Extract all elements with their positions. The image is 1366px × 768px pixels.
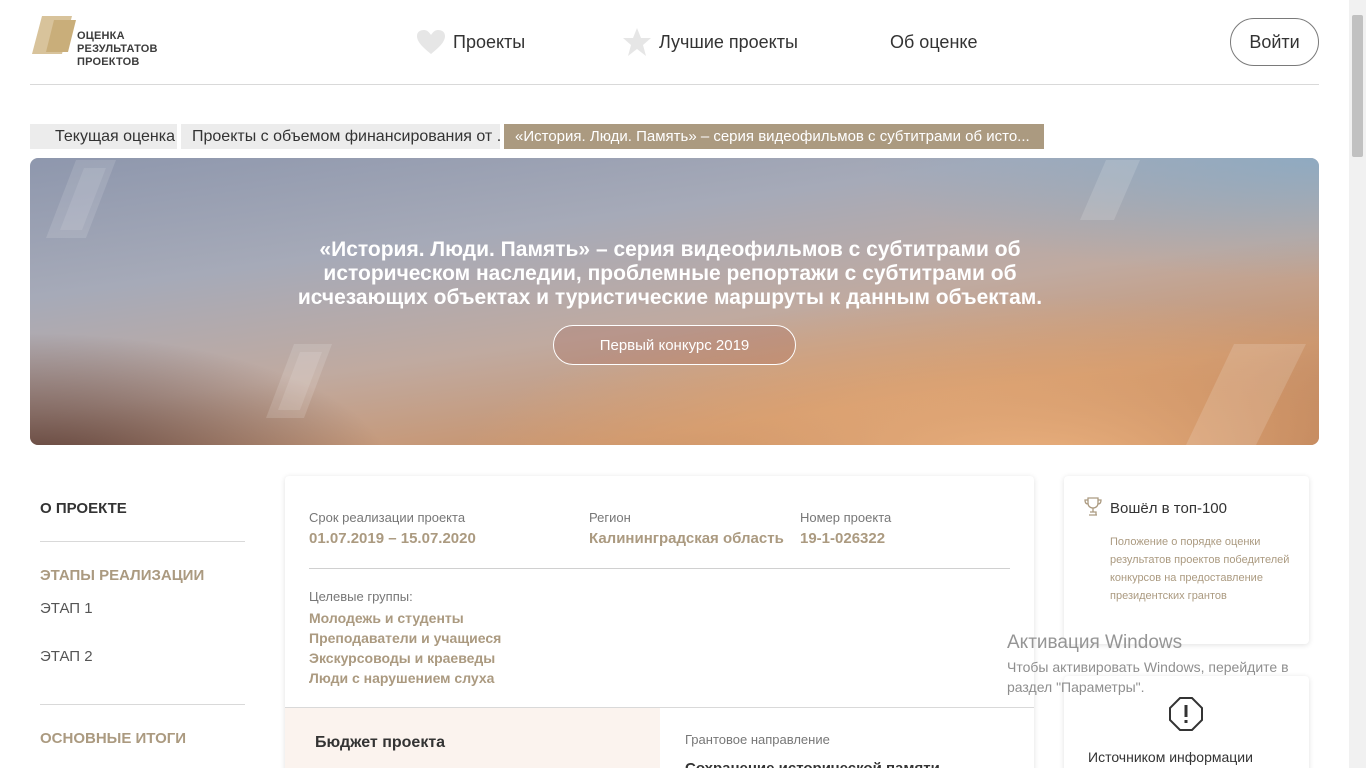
nav-projects[interactable]: Проекты bbox=[416, 27, 525, 57]
sidebar-item-results[interactable]: ОСНОВНЫЕ ИТОГИ bbox=[40, 730, 186, 747]
project-info-card: Срок реализации проекта 01.07.2019 – 15.… bbox=[285, 476, 1034, 768]
decor-leaf-icon bbox=[266, 344, 332, 418]
breadcrumb-project: «История. Люди. Память» – серия видеофил… bbox=[504, 124, 1044, 149]
sidebar-item-stages[interactable]: ЭТАПЫ РЕАЛИЗАЦИИ bbox=[40, 567, 204, 584]
nav-best-label: Лучшие проекты bbox=[659, 31, 798, 52]
heart-icon bbox=[417, 30, 445, 54]
nav-about-label: Об оценке bbox=[890, 31, 978, 52]
sidebar-divider bbox=[40, 704, 245, 705]
target-group-item: Люди с нарушением слуха bbox=[309, 670, 495, 686]
logo-icon bbox=[32, 16, 76, 54]
warning-icon bbox=[1169, 697, 1203, 731]
windows-activation-title: Активация Windows bbox=[1007, 632, 1183, 653]
project-number-label: Номер проекта bbox=[800, 510, 892, 525]
target-groups-label: Целевые группы: bbox=[309, 589, 413, 604]
card-divider bbox=[309, 568, 1010, 569]
top100-widget: Вошёл в топ-100 Положение о порядке оцен… bbox=[1064, 476, 1309, 644]
sidebar-item-stage-2[interactable]: ЭТАП 2 bbox=[40, 648, 93, 665]
nav-projects-label: Проекты bbox=[453, 31, 526, 52]
scrollbar-thumb[interactable] bbox=[1352, 15, 1363, 157]
sidebar-item-about[interactable]: О ПРОЕКТЕ bbox=[40, 500, 127, 517]
site-logo[interactable]: ОЦЕНКА РЕЗУЛЬТАТОВ ПРОЕКТОВ bbox=[32, 16, 192, 72]
grant-direction-value: Сохранение исторической памяти bbox=[685, 760, 940, 768]
project-title: «История. Люди. Память» – серия видеофил… bbox=[297, 238, 1043, 309]
top100-regulation-link[interactable]: Положение о порядке оценки результатов п… bbox=[1110, 533, 1295, 605]
project-hero-banner: «История. Люди. Память» – серия видеофил… bbox=[30, 158, 1319, 445]
decor-leaf-icon bbox=[1186, 344, 1306, 445]
target-group-item: Молодежь и студенты bbox=[309, 610, 464, 626]
sidebar-item-stage-1[interactable]: ЭТАП 1 bbox=[40, 600, 93, 617]
grant-direction-label: Грантовое направление bbox=[685, 732, 830, 747]
login-button[interactable]: Войти bbox=[1230, 18, 1319, 66]
top100-title: Вошёл в топ-100 bbox=[1110, 500, 1227, 517]
trophy-icon bbox=[1084, 497, 1102, 516]
site-header: ОЦЕНКА РЕЗУЛЬТАТОВ ПРОЕКТОВ Проекты Лучш… bbox=[30, 0, 1319, 85]
target-group-item: Преподаватели и учащиеся bbox=[309, 630, 502, 646]
info-source-text: Источником информации bbox=[1088, 749, 1253, 765]
nav-best-projects[interactable]: Лучшие проекты bbox=[622, 27, 798, 57]
region-label: Регион bbox=[589, 510, 631, 525]
windows-activation-text: Чтобы активировать Windows, перейдите в … bbox=[1007, 659, 1289, 695]
decor-leaf-icon bbox=[46, 160, 116, 238]
term-label: Срок реализации проекта bbox=[309, 510, 466, 525]
budget-title: Бюджет проекта bbox=[315, 734, 446, 751]
contest-badge-button[interactable]: Первый конкурс 2019 bbox=[553, 325, 796, 365]
term-value: 01.07.2019 – 15.07.2020 bbox=[309, 530, 476, 547]
target-group-item: Экскурсоводы и краеведы bbox=[309, 650, 496, 666]
project-number-value: 19-1-026322 bbox=[800, 530, 886, 547]
nav-about[interactable]: Об оценке bbox=[890, 27, 977, 57]
breadcrumb: Текущая оценка Проекты с объемом финанси… bbox=[30, 124, 1048, 149]
budget-section: Бюджет проекта bbox=[285, 708, 660, 768]
page-scrollbar[interactable] bbox=[1349, 0, 1366, 768]
sidebar-divider bbox=[40, 541, 245, 542]
breadcrumb-current-evaluation[interactable]: Текущая оценка bbox=[30, 124, 177, 149]
region-value: Калининградская область bbox=[589, 530, 784, 547]
logo-text: ОЦЕНКА РЕЗУЛЬТАТОВ ПРОЕКТОВ bbox=[77, 30, 158, 68]
star-icon bbox=[623, 28, 651, 56]
decor-leaf-icon bbox=[1080, 160, 1140, 220]
breadcrumb-funding-category[interactable]: Проекты с объемом финансирования от ... bbox=[181, 124, 500, 149]
